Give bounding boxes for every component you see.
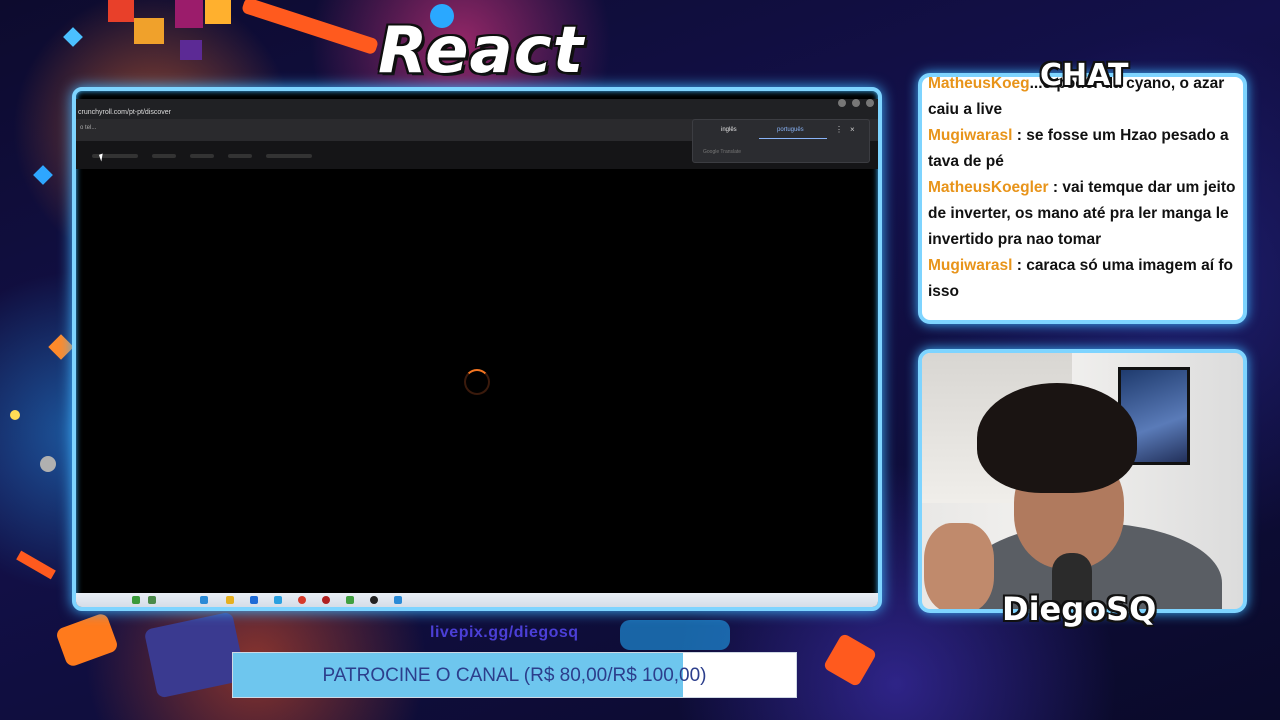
address-bar-icons [838, 99, 874, 107]
streamer-name: DiegoSQ [1002, 590, 1157, 628]
taskbar-app-icon[interactable] [370, 596, 378, 604]
url-text[interactable]: crunchyroll.com/pt-pt/discover [78, 109, 171, 116]
react-title: React [378, 14, 585, 88]
chat-username: Mugiwarasl [928, 257, 1013, 274]
donation-goal-bar: PATROCINE O CANAL (R$ 80,00/R$ 100,00) [232, 652, 797, 698]
chat-username: MatheusKoegler [928, 179, 1049, 196]
chat-message-list: MatheusKoeg...o poder da cyano, o azar c… [928, 75, 1243, 305]
nav-item[interactable] [266, 154, 312, 158]
translate-brand: Google Translate [703, 149, 742, 155]
chat-panel: MatheusKoeg...o poder da cyano, o azar c… [918, 73, 1247, 324]
chat-label: CHAT [1040, 58, 1129, 93]
close-icon[interactable]: × [850, 125, 855, 134]
nav-item[interactable] [152, 154, 176, 158]
eye-slash-icon[interactable] [852, 99, 860, 107]
taskbar-app-icon[interactable] [226, 596, 234, 604]
active-tab-indicator [759, 138, 827, 139]
browser-window: crunchyroll.com/pt-pt/discover o tel... … [72, 87, 882, 611]
chrome-icon[interactable] [298, 596, 306, 604]
taskbar-app-icon[interactable] [148, 596, 156, 604]
tab-label[interactable]: o tel... [80, 125, 96, 131]
translate-popup: inglês português ⋮ × Google Translate [692, 119, 870, 163]
chat-username: MatheusKoeg [928, 75, 1030, 92]
taskbar-app-icon[interactable] [322, 596, 330, 604]
star-icon[interactable] [866, 99, 874, 107]
webcam-person-hand [924, 523, 994, 609]
nav-item[interactable] [228, 154, 252, 158]
taskbar-app-icon[interactable] [200, 596, 208, 604]
taskbar-app-icon[interactable] [394, 596, 402, 604]
taskbar-app-icon[interactable] [346, 596, 354, 604]
webcam-person-hair [977, 383, 1137, 493]
taskbar-app-icon[interactable] [250, 596, 258, 604]
chat-username: Mugiwarasl [928, 127, 1013, 144]
taskbar [76, 593, 878, 607]
lang-english-tab[interactable]: inglês [721, 127, 737, 133]
webcam-feed [918, 349, 1247, 613]
donation-link[interactable]: livepix.gg/diegosq [430, 624, 579, 642]
taskbar-app-icon[interactable] [274, 596, 282, 604]
taskbar-app-icon[interactable] [132, 596, 140, 604]
loading-spinner-icon [464, 369, 490, 395]
nav-item[interactable] [190, 154, 214, 158]
chat-message: Mugiwarasl : se fosse um Hzao pesado a t… [928, 123, 1243, 175]
more-options-icon[interactable]: ⋮ [835, 125, 843, 134]
chat-message: Mugiwarasl : caraca só uma imagem aí fo … [928, 253, 1243, 305]
lang-portuguese-tab[interactable]: português [777, 127, 804, 133]
donation-goal-label: PATROCINE O CANAL (R$ 80,00/R$ 100,00) [322, 665, 707, 686]
translate-icon[interactable] [838, 99, 846, 107]
chat-message: MatheusKoegler : vai temque dar um jeito… [928, 175, 1243, 253]
